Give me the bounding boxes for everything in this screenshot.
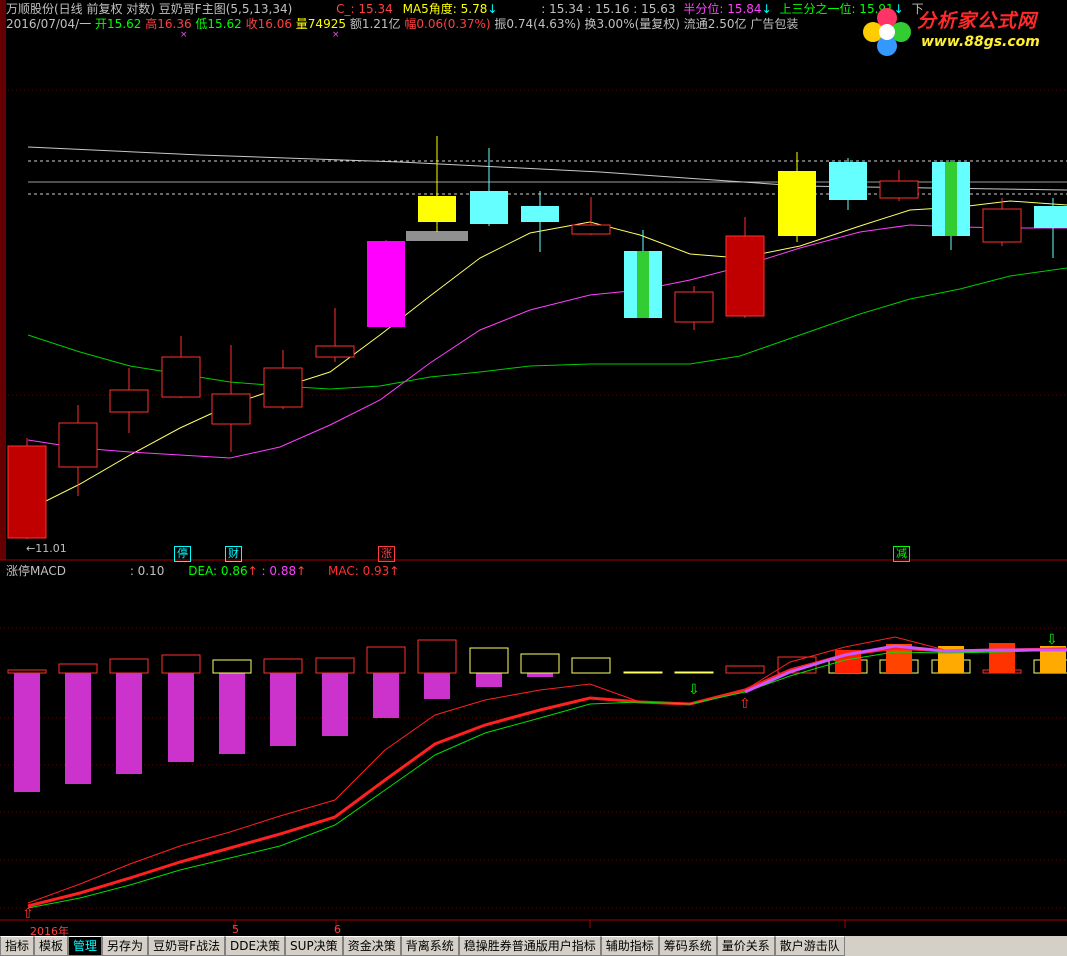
macd-positive-bar [725, 665, 765, 674]
chart-canvas[interactable]: ⇧ ⇧ ⇩ ⇩ × × [0, 0, 1067, 936]
macd-header: 涨停MACD : 0.10 DEA: 0.86↑ : 0.88↑ MAC: 0.… [6, 564, 399, 579]
down-arrow-icon: ⇩ [688, 682, 700, 698]
macd-positive-bar [674, 671, 714, 674]
tab-4[interactable]: 豆奶哥F战法 [148, 936, 225, 956]
macd-negative-bar [65, 673, 91, 784]
axis-month-5: 5 [232, 923, 239, 936]
macd-positive-bar [58, 663, 98, 674]
candle-body[interactable] [161, 356, 201, 398]
ma-purple-line [27, 224, 1067, 459]
up-arrow-icon: ⇧ [739, 696, 751, 712]
candle-body[interactable] [982, 208, 1022, 243]
macd-negative-bar [168, 673, 194, 762]
candle-inner-band [637, 251, 649, 318]
macd-positive-bar [469, 647, 509, 674]
macd-negative-bar [219, 673, 245, 754]
candle-body[interactable] [521, 206, 559, 222]
candle-body[interactable] [674, 291, 714, 323]
macd-positive-bar [212, 659, 252, 674]
macd-negative-bar [527, 673, 553, 677]
event-tag[interactable]: 减 [893, 546, 910, 562]
up-arrow-icon: ⇧ [22, 906, 34, 922]
candle-body[interactable] [211, 393, 251, 425]
event-tag[interactable]: 停 [174, 546, 191, 562]
tab-11[interactable]: 筹码系统 [658, 936, 717, 956]
low-price-mark: ←11.01 [26, 542, 67, 555]
macd-positive-bar [109, 658, 149, 674]
cross-marker-icon: × [180, 30, 188, 40]
macd-positive-bar [623, 671, 663, 674]
tab-1[interactable]: 模板 [34, 936, 69, 956]
macd-positive-bar [366, 646, 406, 674]
macd-value-2: : 0.88 [261, 564, 297, 578]
candle-inner-band [945, 162, 957, 236]
up-arrow-icon: ↑ [247, 564, 258, 578]
tab-12[interactable]: 量价关系 [716, 936, 775, 956]
candle-body[interactable] [418, 196, 456, 222]
macd-positive-bar [315, 657, 355, 674]
candle-body[interactable] [725, 235, 765, 317]
cross-marker-icon: × [332, 30, 340, 40]
down-arrow-icon: ⇩ [1046, 632, 1058, 648]
macd-value: : 0.10 [129, 564, 165, 578]
marker-bar [406, 231, 468, 241]
axis-month-6: 6 [334, 923, 341, 936]
macd-negative-bar [424, 673, 450, 699]
macd-name[interactable]: 涨停MACD [6, 564, 66, 578]
macd-mac: MAC: 0.93 [327, 564, 390, 578]
price-grid [0, 89, 1067, 396]
macd-negative-bar [476, 673, 502, 687]
candlestick-series [7, 136, 1067, 539]
macd-negative-bar [322, 673, 348, 736]
up-arrow-icon: ↑ [389, 564, 400, 578]
macd-positive-bar [161, 654, 201, 674]
event-tag[interactable]: 涨 [378, 546, 395, 562]
macd-negative-bar [270, 673, 296, 746]
tab-5[interactable]: DDE决策 [224, 936, 286, 956]
candle-body[interactable] [58, 422, 98, 468]
candle-body[interactable] [109, 389, 149, 413]
macd-positive-bar [263, 658, 303, 674]
candle-body[interactable] [7, 445, 47, 539]
indicator-tab-bar: 指标 模板 管理 另存为 豆奶哥F战法 DDE决策 SUP决策 资金决策 背离系统 稳操胜券普通版… [0, 936, 1067, 956]
tab-10[interactable]: 辅助指标 [600, 936, 659, 956]
macd-dea: DEA: 0.86 [188, 564, 248, 578]
macd-positive-bar [520, 653, 560, 674]
up-arrow-icon: ↑ [296, 564, 307, 578]
macd-filled-bar [989, 643, 1015, 673]
candle-body[interactable] [470, 191, 508, 224]
tab-13[interactable]: 散户游击队 [774, 936, 845, 956]
candle-body[interactable] [315, 345, 355, 358]
macd-histogram [7, 639, 1067, 792]
event-tag[interactable]: 财 [225, 546, 242, 562]
candle-body[interactable] [1034, 206, 1067, 228]
tab-9[interactable]: 稳操胜券普通版用户指标 [458, 936, 601, 956]
macd-negative-bar [14, 673, 40, 792]
ma-yellow-line [27, 200, 1067, 511]
candle-body[interactable] [879, 180, 919, 199]
candle-body[interactable] [367, 241, 405, 327]
macd-negative-bar [116, 673, 142, 774]
tab-8[interactable]: 背离系统 [400, 936, 459, 956]
candle-body[interactable] [829, 162, 867, 200]
macd-negative-bar [373, 673, 399, 718]
candle-body[interactable] [263, 367, 303, 408]
tab-2[interactable]: 管理 [68, 936, 103, 956]
tab-7[interactable]: 资金决策 [342, 936, 401, 956]
macd-positive-bar [7, 669, 47, 674]
candle-body[interactable] [571, 224, 611, 235]
tab-6[interactable]: SUP决策 [285, 936, 343, 956]
macd-positive-bar [571, 657, 611, 674]
tab-0[interactable]: 指标 [0, 936, 35, 956]
tab-3[interactable]: 另存为 [102, 936, 149, 956]
macd-positive-bar [417, 639, 457, 674]
candle-body[interactable] [778, 171, 816, 236]
